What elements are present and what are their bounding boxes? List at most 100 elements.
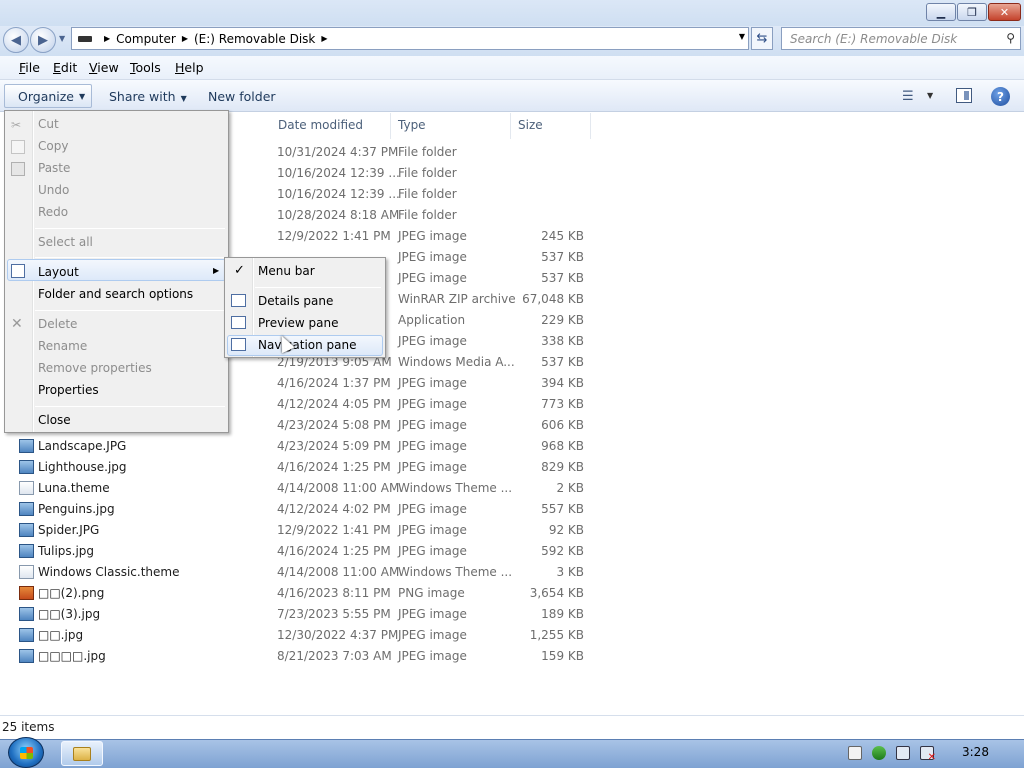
minimize-button[interactable]: ▁ [926,3,956,21]
file-row[interactable]: □□(3).jpg 7/23/2023 5:55 PM JPEG image 189 … [0,604,1024,625]
network-icon[interactable] [896,746,910,760]
menu-file[interactable]: File [19,60,40,75]
organize-button[interactable]: Organize ▼ [4,84,92,108]
search-input[interactable]: Search (E:) Removable Disk ⚲ [781,27,1021,50]
file-row[interactable]: Penguins.jpg 4/12/2024 4:02 PM JPEG image 5… [0,499,1024,520]
change-view-icon[interactable]: ☰ [902,89,914,104]
drive-icon [78,35,92,42]
file-row[interactable]: Lighthouse.jpg 4/16/2024 1:25 PM JPEG imag… [0,457,1024,478]
volume-muted-icon[interactable] [920,746,936,763]
file-type: JPEG image [398,271,467,285]
search-icon[interactable]: ⚲ [1006,31,1015,45]
jpeg-file-icon [19,649,34,663]
menu-item-properties[interactable]: Properties [38,383,99,397]
submenu-item-navigation-pane[interactable]: Navigation pane [258,338,357,352]
refresh-button[interactable]: ⇆ [751,27,773,50]
file-type: JPEG image [398,544,467,558]
file-date: 12/9/2022 1:41 PM [277,229,391,243]
menu-tools[interactable]: Tools [130,60,161,75]
file-date: 4/23/2024 5:09 PM [277,439,391,453]
file-type: File folder [398,187,457,201]
menu-edit[interactable]: Edit [53,60,77,75]
column-date-modified[interactable]: Date modified [278,118,363,132]
menu-item-folder-options[interactable]: Folder and search options [38,287,193,301]
jpeg-file-icon [19,628,34,642]
file-date: 12/9/2022 1:41 PM [277,523,391,537]
column-divider[interactable] [590,113,591,139]
menu-item-paste[interactable]: Paste [38,161,70,175]
help-icon[interactable]: ? [991,87,1010,106]
menu-view[interactable]: View [89,60,119,75]
column-divider[interactable] [510,113,511,139]
file-name: Landscape.JPG [38,439,127,453]
file-size: 968 KB [541,439,584,453]
column-type[interactable]: Type [398,118,426,132]
menu-help[interactable]: Help [175,60,204,75]
preview-pane-icon[interactable] [956,88,972,103]
chevron-right-icon[interactable]: ▶ [104,34,110,43]
file-type: JPEG image [398,376,467,390]
menu-separator [35,228,225,229]
file-row[interactable]: Spider.JPG 12/9/2022 1:41 PM JPEG image 92 … [0,520,1024,541]
submenu-item-preview-pane[interactable]: Preview pane [258,316,338,330]
file-row[interactable]: Windows Classic.theme 4/14/2008 11:00 AM W… [0,562,1024,583]
file-row[interactable]: □□□□.jpg 8/21/2023 7:03 AM JPEG image 159 K… [0,646,1024,667]
menu-item-remove-properties[interactable]: Remove properties [38,361,152,375]
chevron-down-icon[interactable]: ▼ [927,91,933,100]
maximize-button[interactable]: ❐ [957,3,987,21]
menu-item-delete[interactable]: Delete [38,317,77,331]
menu-item-undo[interactable]: Undo [38,183,69,197]
file-row[interactable]: Luna.theme 4/14/2008 11:00 AM Windows Them… [0,478,1024,499]
menu-item-rename[interactable]: Rename [38,339,87,353]
submenu-item-menu-bar[interactable]: Menu bar [258,264,315,278]
theme-file-icon [19,565,34,579]
file-size: 537 KB [541,271,584,285]
refresh-icon: ⇆ [756,31,768,46]
column-divider[interactable] [390,113,391,139]
file-name: □□(3).jpg [38,607,101,621]
menu-item-copy[interactable]: Copy [38,139,68,153]
action-center-icon[interactable] [872,746,886,760]
file-row[interactable]: □□(2).png 4/16/2023 8:11 PM PNG image 3,654… [0,583,1024,604]
menu-item-layout[interactable]: Layout [38,265,79,279]
breadcrumb-computer[interactable]: Computer [116,32,176,46]
chevron-right-icon[interactable]: ▶ [182,34,188,43]
file-type: JPEG image [398,649,467,663]
file-date: 10/31/2024 4:37 PM [277,145,399,159]
file-date: 4/16/2024 1:25 PM [277,460,391,474]
menu-item-redo[interactable]: Redo [38,205,68,219]
taskbar-explorer-button[interactable] [61,741,103,766]
file-row[interactable]: □□.jpg 12/30/2022 4:37 PM JPEG image 1,255 … [0,625,1024,646]
column-size[interactable]: Size [518,118,543,132]
breadcrumb-removable-disk[interactable]: (E:) Removable Disk [194,32,315,46]
submenu-item-details-pane[interactable]: Details pane [258,294,333,308]
file-date: 8/21/2023 7:03 AM [277,649,392,663]
forward-button[interactable]: ▶ [30,27,56,53]
close-button[interactable]: ✕ [988,3,1021,21]
back-button[interactable]: ◀ [3,27,29,53]
file-size: 1,255 KB [529,628,584,642]
file-type: Windows Theme ... [398,481,513,495]
check-icon: ✓ [234,263,245,278]
notification-icon[interactable] [848,746,862,760]
file-type: File folder [398,145,457,159]
clock[interactable]: 3:28 [962,745,989,759]
file-row[interactable]: Tulips.jpg 4/16/2024 1:25 PM JPEG image 592… [0,541,1024,562]
organize-label: Organize [18,88,74,104]
address-bar[interactable]: ▶ Computer ▶ (E:) Removable Disk ▶ ▼ [71,27,749,50]
share-with-button[interactable]: Share with ▼ [109,89,187,104]
chevron-right-icon[interactable]: ▶ [321,34,327,43]
recent-pages-dropdown[interactable]: ▼ [59,34,65,43]
file-row[interactable]: Landscape.JPG 4/23/2024 5:09 PM JPEG image… [0,436,1024,457]
address-history-dropdown[interactable]: ▼ [739,32,745,41]
jpeg-file-icon [19,544,34,558]
new-folder-button[interactable]: New folder [208,89,276,104]
menu-item-cut[interactable]: Cut [38,117,59,131]
jpeg-file-icon [19,607,34,621]
file-type: JPEG image [398,439,467,453]
menu-item-close[interactable]: Close [38,413,71,427]
navigation-pane-icon [231,338,246,351]
menu-item-select-all[interactable]: Select all [38,235,93,249]
start-button[interactable] [8,737,44,768]
delete-icon: ✕ [11,316,23,332]
